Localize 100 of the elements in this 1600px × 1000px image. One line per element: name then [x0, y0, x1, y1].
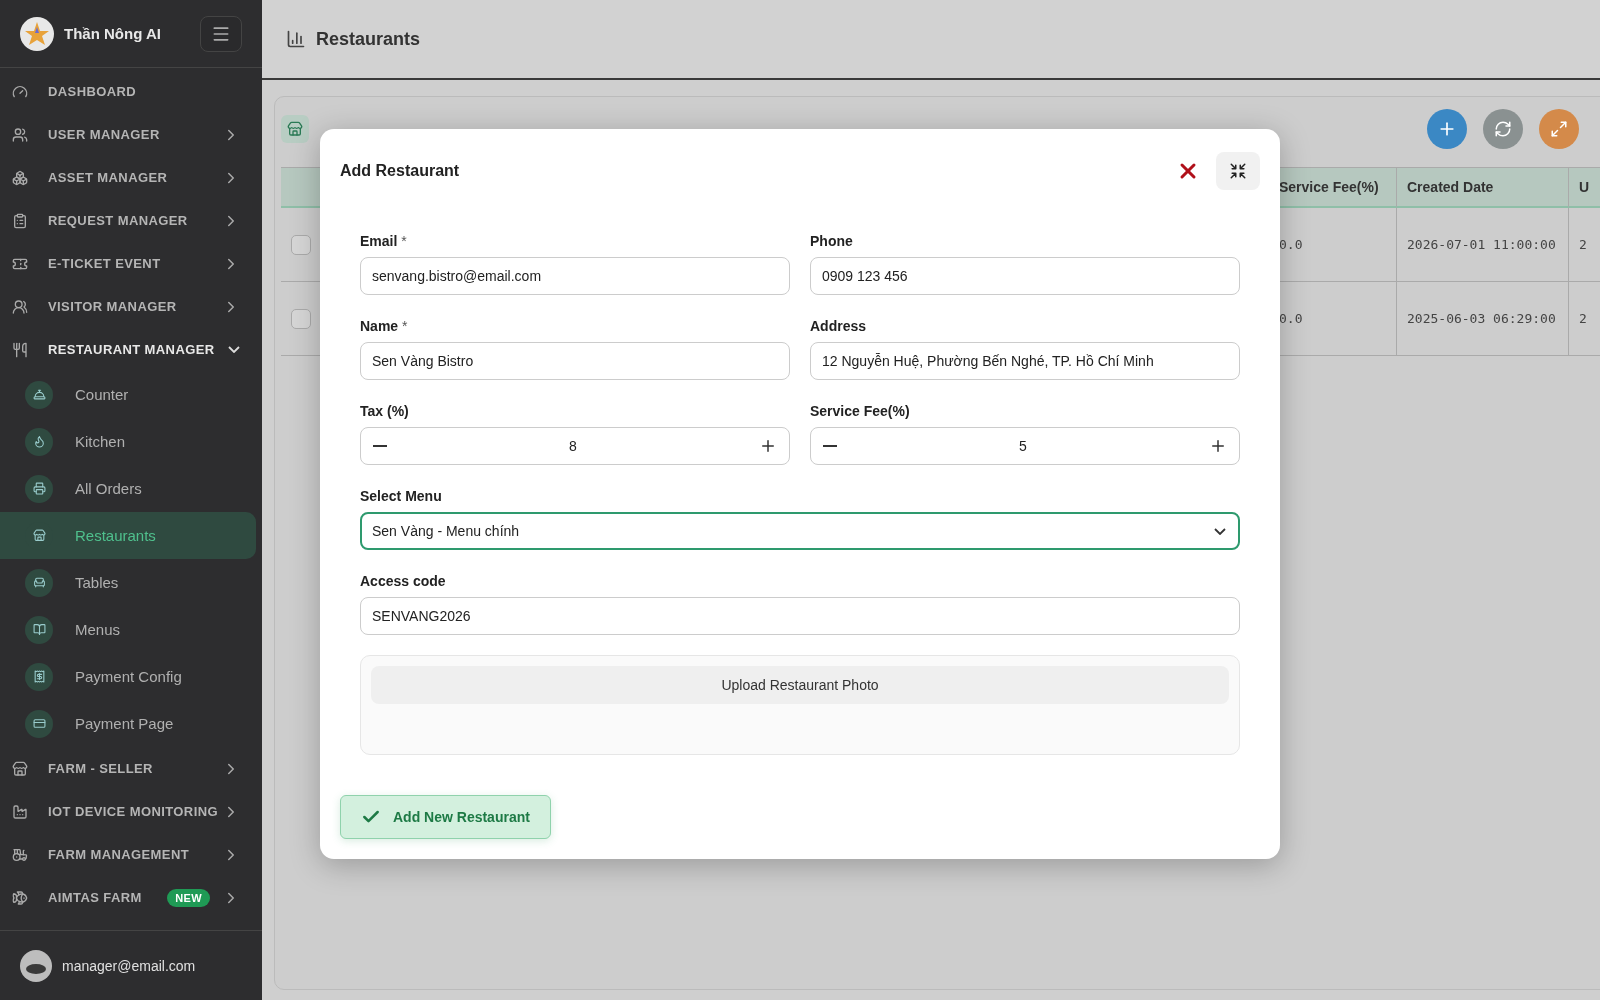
column-header: U — [1569, 168, 1600, 208]
store-icon — [12, 760, 28, 777]
chevron-down-icon — [1214, 527, 1226, 535]
brand-name: Thần Nông AI — [64, 25, 162, 42]
sidebar-label: E-TICKET EVENT — [48, 256, 162, 271]
sidebar-item[interactable]: RESTAURANT MANAGER — [0, 328, 262, 371]
menu-select[interactable]: Sen Vàng - Menu chính — [360, 512, 1240, 550]
increment-button[interactable] — [1209, 437, 1227, 455]
row-checkbox[interactable] — [291, 234, 311, 255]
row-checkbox[interactable] — [291, 308, 311, 329]
field-label: Address — [810, 318, 868, 334]
table-cell: 2025-06-03 06:29:00 — [1397, 282, 1569, 356]
gauge-icon — [12, 83, 28, 100]
users-icon — [12, 126, 28, 143]
sidebar-label: REQUEST MANAGER — [48, 213, 189, 228]
refresh-button[interactable] — [1483, 109, 1523, 149]
table-cell: 2 — [1569, 282, 1600, 356]
sidebar-item[interactable]: DASHBOARD — [0, 70, 262, 113]
logo-icon — [20, 16, 54, 51]
printer-icon — [25, 474, 53, 503]
menu-button[interactable] — [200, 15, 242, 52]
input-field[interactable]: SENVANG2026 — [360, 597, 1240, 635]
sidebar-item[interactable]: USER MANAGER — [0, 113, 262, 156]
sidebar-subitem[interactable]: Menus — [0, 606, 256, 653]
users-icon — [12, 298, 28, 315]
factory-icon — [12, 803, 28, 820]
input-field[interactable]: 12 Nguyễn Huệ, Phường Bến Nghé, TP. Hồ Chí Minh — [810, 342, 1240, 380]
card-icon — [25, 709, 53, 738]
sidebar-subitem[interactable]: Payment Page — [0, 700, 256, 747]
number-field[interactable]: 5 — [810, 427, 1240, 465]
expand-button[interactable] — [1539, 109, 1579, 149]
sidebar-subitem[interactable]: Counter — [0, 371, 256, 418]
new-badge: NEW — [167, 888, 210, 907]
fish-icon — [12, 889, 28, 906]
sidebar-subitem[interactable]: Payment Config — [0, 653, 256, 700]
chevron-down-icon — [228, 346, 240, 353]
sidebar-item[interactable]: REQUEST MANAGER — [0, 199, 262, 242]
tractor-icon — [12, 846, 28, 863]
subitem-label: Restaurants — [75, 527, 156, 544]
sidebar-subitem[interactable]: Restaurants — [0, 512, 256, 559]
sidebar-subitem[interactable]: Kitchen — [0, 418, 256, 465]
number-field[interactable]: 8 — [360, 427, 790, 465]
subitem-label: Payment Config — [75, 668, 182, 685]
field-label: Phone — [810, 233, 854, 249]
sidebar-label: RESTAURANT MANAGER — [48, 342, 216, 357]
sidebar-label: ASSET MANAGER — [48, 170, 169, 185]
sidebar-label: FARM - SELLER — [48, 761, 154, 776]
sidebar-subitem[interactable]: Tables — [0, 559, 256, 606]
sidebar-item[interactable]: IOT DEVICE MONITORING — [0, 790, 262, 833]
select-value: Sen Vàng - Menu chính — [372, 523, 521, 539]
field-label: Tax (%) — [360, 403, 410, 419]
subitem-label: Counter — [75, 386, 129, 403]
increment-button[interactable] — [759, 437, 777, 455]
plus-icon — [1209, 437, 1227, 455]
clipboard-icon — [12, 212, 28, 229]
bar-chart-icon — [286, 29, 306, 49]
receipt-icon — [25, 662, 53, 691]
sidebar-label: VISITOR MANAGER — [48, 299, 178, 314]
table-cell: 2026-07-01 11:00:00 — [1397, 208, 1569, 282]
boxes-icon — [12, 169, 28, 186]
sidebar-item[interactable]: E-TICKET EVENT — [0, 242, 262, 285]
sidebar-item[interactable]: FARM - SELLER — [0, 747, 262, 790]
book-icon — [25, 615, 53, 644]
user-email: manager@email.com — [62, 957, 196, 974]
sidebar-label: AIMTAS FARM — [48, 890, 143, 905]
subitem-label: All Orders — [75, 480, 142, 497]
sidebar-label: IOT DEVICE MONITORING — [48, 804, 219, 819]
fullscreen-button[interactable] — [1216, 152, 1260, 190]
column-header: Created Date — [1397, 168, 1569, 208]
refresh-icon — [1494, 120, 1512, 138]
dialog-title: Add Restaurant — [340, 162, 461, 180]
plus-icon — [759, 437, 777, 455]
field-label: Email * — [360, 233, 408, 249]
submit-button[interactable]: Add New Restaurant — [340, 795, 551, 839]
field-label: Service Fee(%) — [810, 403, 911, 419]
sidebar-label: FARM MANAGEMENT — [48, 847, 191, 862]
input-field[interactable]: 0909 123 456 — [810, 257, 1240, 295]
field-label: Access code — [360, 573, 447, 589]
table-cell: 2 — [1569, 208, 1600, 282]
sidebar-item[interactable]: ASSET MANAGER — [0, 156, 262, 199]
number-value: 8 — [568, 438, 578, 454]
sidebar-subitem[interactable]: All Orders — [0, 465, 256, 512]
add-button[interactable] — [1427, 109, 1467, 149]
subitem-label: Menus — [75, 621, 121, 638]
sidebar-label: USER MANAGER — [48, 127, 161, 142]
arrows-icon — [1229, 162, 1247, 180]
sidebar-item[interactable]: AIMTAS FARM NEW — [0, 876, 262, 919]
input-field[interactable]: senvang.bistro@email.com — [360, 257, 790, 295]
upload-button[interactable]: Upload Restaurant Photo — [371, 666, 1229, 704]
expand-icon — [1550, 120, 1568, 138]
input-field[interactable]: Sen Vàng Bistro — [360, 342, 790, 380]
subitem-label: Payment Page — [75, 715, 174, 732]
utensils-icon — [12, 341, 28, 358]
bell-icon — [25, 380, 53, 409]
sidebar-item[interactable]: VISITOR MANAGER — [0, 285, 262, 328]
subitem-label: Kitchen — [75, 433, 126, 450]
flame-icon — [25, 427, 53, 456]
subitem-label: Tables — [75, 574, 119, 591]
sidebar-item[interactable]: FARM MANAGEMENT — [0, 833, 262, 876]
minus-icon — [823, 445, 837, 447]
